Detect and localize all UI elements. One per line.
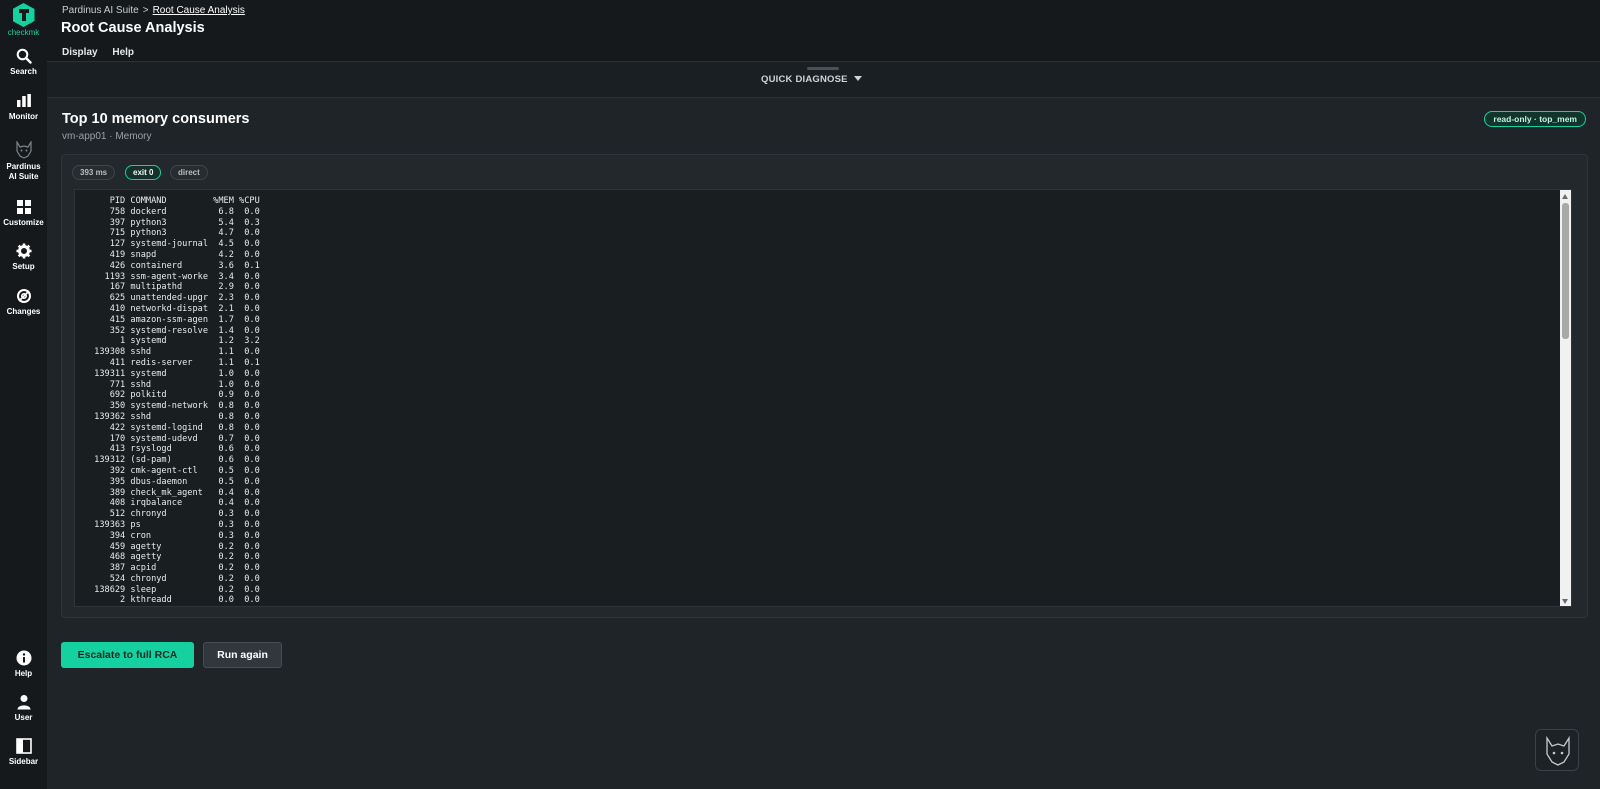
user-icon [17,695,30,710]
sidebar-item-label: User [14,713,33,722]
sidebar-item-changes[interactable]: Changes [0,288,47,317]
quick-diagnose-bar[interactable]: QUICK DIAGNOSE [47,62,1600,98]
lynx-icon [15,141,32,159]
scroll-down-icon[interactable] [1562,599,1568,604]
sidebar-item-setup[interactable]: Setup [0,243,47,272]
sidebar-item-label: Setup [12,262,35,271]
gear-icon [16,243,31,259]
process-table: PID COMMAND %MEM %CPU 758 dockerd 6.8 0.… [94,196,260,606]
bar-chart-icon [16,94,31,107]
quick-diagnose-label: QUICK DIAGNOSE [761,74,848,85]
sidebar-icon [15,738,32,754]
sidebar-item-label: Monitor [8,112,39,121]
sidebar-item-sidebar[interactable]: Sidebar [0,738,47,767]
output-panel: 393 ms exit 0 direct PID COMMAND %MEM %C… [61,154,1588,618]
breadcrumb-current[interactable]: Root Cause Analysis [153,5,245,16]
run-again-button[interactable]: Run again [203,642,282,668]
sidebar-item-user[interactable]: User [0,694,47,723]
menu-help[interactable]: Help [112,47,134,58]
changes-icon [16,289,31,303]
command-output[interactable]: PID COMMAND %MEM %CPU 758 dockerd 6.8 0.… [74,189,1572,607]
sidebar-item-label: Pardinus AI Suite [6,162,41,181]
logo-text: checkmk [7,28,40,37]
sidebar-item-search[interactable]: Search [0,48,47,77]
menu-bar: Display Help [62,47,146,58]
breadcrumb-root[interactable]: Pardinus AI Suite [62,5,139,16]
mode-chip: direct [170,165,208,180]
sidebar-item-label: Sidebar [8,757,39,766]
duration-chip: 393 ms [72,165,116,180]
checkmk-logo[interactable]: checkmk [0,3,47,37]
section-subtitle: vm-app01 · Memory [62,131,152,142]
search-icon [16,48,32,64]
scroll-up-icon[interactable] [1562,194,1568,199]
escalate-button[interactable]: Escalate to full RCA [61,642,194,668]
sidebar-item-label: Changes [6,307,41,316]
breadcrumb-separator: > [142,5,149,16]
quick-diagnose-toggle[interactable]: QUICK DIAGNOSE [761,74,862,85]
section-title: Top 10 memory consumers [62,111,250,127]
sidebar-item-label: Customize [3,218,44,227]
info-icon [16,650,31,666]
breadcrumb: Pardinus AI Suite > Root Cause Analysis [62,5,245,16]
sidebar-item-customize[interactable]: Customize [0,199,47,228]
sidebar-item-monitor[interactable]: Monitor [0,93,47,122]
sidebar-item-pardinus[interactable]: Pardinus AI Suite [0,141,47,182]
ai-assistant-button[interactable] [1535,729,1579,771]
page-title: Root Cause Analysis [61,20,205,36]
sidebar-item-label: Help [14,669,33,678]
scroll-thumb[interactable] [1562,203,1569,339]
exit-status-chip: exit 0 [125,165,162,180]
output-scrollbar[interactable] [1560,190,1571,606]
sidebar-item-label: Search [10,67,37,76]
checkmk-logo-icon [12,3,35,27]
page-header: Pardinus AI Suite > Root Cause Analysis Ro… [47,0,1600,62]
sidebar-item-help[interactable]: Help [0,650,47,679]
menu-display[interactable]: Display [62,47,98,58]
caret-down-icon [853,76,862,81]
drag-handle[interactable] [807,67,839,70]
lynx-icon [1546,735,1570,766]
grid-icon [16,200,31,214]
mode-badge: read-only · top_mem [1484,111,1586,127]
sidebar: checkmk Search Monitor Pardinus AI Suite… [0,0,47,789]
